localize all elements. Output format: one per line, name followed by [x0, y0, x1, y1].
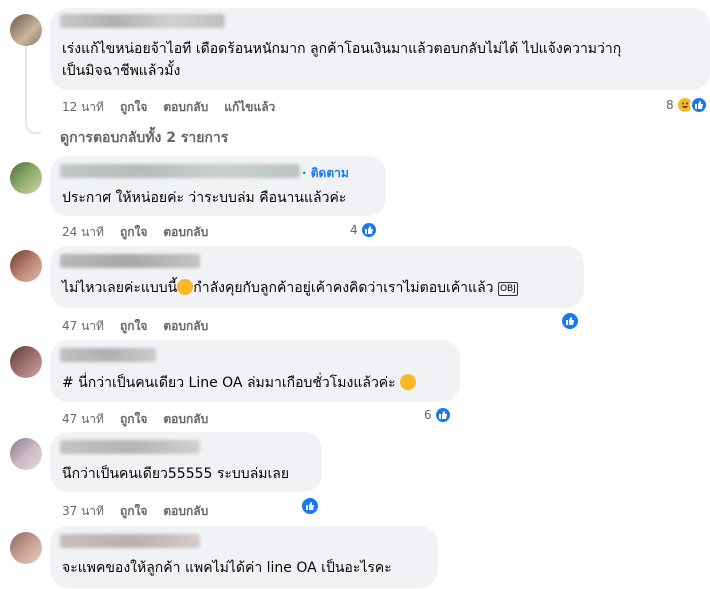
reaction-count: 8 [666, 98, 674, 112]
commenter-name[interactable] [60, 348, 156, 362]
commenter-name[interactable] [60, 164, 300, 178]
reaction-summary[interactable]: 4 [350, 221, 378, 239]
comment-actions: 47 นาที ถูกใจ ตอบกลับ [62, 317, 208, 336]
comment-text: ประกาศ ให้หน่อยค่ะ ว่าระบบล่ม คือนานแล้ว… [62, 190, 347, 206]
comment-text: เร่งแก้ไขหน่อยจ้าไอที เดือดร้อนหนักมาก ล… [62, 41, 622, 57]
like-button[interactable]: ถูกใจ [120, 317, 147, 336]
comment-text: นึกว่าเป็นคนเดียว55555 ระบบล่มเลย [62, 466, 290, 482]
comment-text-part: ไม่ไหวเลยค่ะแบบนี้ [62, 280, 178, 296]
comment-time[interactable]: 47 นาที [62, 410, 104, 429]
avatar[interactable] [10, 438, 42, 470]
comment-text: เป็นมิจฉาชีพแล้วมั้ง [62, 63, 181, 79]
comment-text-part: กำลังคุยกับลูกค้าอยู่เค้าคงคิดว่าเราไม่ต… [193, 280, 494, 296]
reply-button[interactable]: ตอบกลับ [163, 410, 208, 429]
comment-actions: 12 นาที ถูกใจ ตอบกลับ แก้ไขแล้ว [62, 98, 275, 117]
edited-label[interactable]: แก้ไขแล้ว [224, 98, 275, 117]
obj-tag: OBJ [497, 282, 518, 296]
reply-button[interactable]: ตอบกลับ [163, 223, 208, 242]
reply-button[interactable]: ตอบกลับ [163, 98, 208, 117]
reaction-summary[interactable] [300, 496, 320, 516]
like-icon [300, 496, 320, 516]
avatar[interactable] [10, 162, 42, 194]
comment-actions: 37 นาที ถูกใจ ตอบกลับ [62, 502, 208, 521]
reply-thread-curve [25, 120, 41, 134]
crying-face-emoji-icon [400, 374, 417, 390]
comment-text-part: # นี่กว่าเป็นคนเดียว Line OA ล่มมาเกือบช… [62, 375, 396, 391]
reaction-summary[interactable]: 8 [666, 96, 708, 114]
like-icon [689, 96, 708, 114]
avatar[interactable] [10, 532, 42, 564]
comment-time[interactable]: 37 นาที [62, 502, 104, 521]
reaction-summary[interactable] [560, 311, 580, 331]
like-button[interactable]: ถูกใจ [120, 223, 147, 242]
commenter-name[interactable] [60, 440, 200, 454]
comment-actions: 47 นาที ถูกใจ ตอบกลับ [62, 410, 208, 429]
reply-button[interactable]: ตอบกลับ [163, 317, 208, 336]
like-icon [433, 406, 452, 424]
reaction-summary[interactable]: 6 [424, 406, 452, 424]
like-icon [560, 311, 580, 331]
comment-time[interactable]: 12 นาที [62, 98, 104, 117]
like-button[interactable]: ถูกใจ [120, 98, 147, 117]
like-button[interactable]: ถูกใจ [120, 410, 147, 429]
comment-text: ไม่ไหวเลยค่ะแบบนี้ กำลังคุยกับลูกค้าอยู่เ… [62, 278, 518, 298]
like-icon [359, 221, 378, 239]
follow-link[interactable]: · ติดตาม [302, 164, 349, 183]
comment-time[interactable]: 47 นาที [62, 317, 104, 336]
comment-text: # นี่กว่าเป็นคนเดียว Line OA ล่มมาเกือบช… [62, 373, 417, 393]
sad-face-emoji-icon [177, 279, 194, 295]
reply-button[interactable]: ตอบกลับ [163, 502, 208, 521]
comment-actions: 24 นาที ถูกใจ ตอบกลับ [62, 223, 208, 242]
commenter-name[interactable] [60, 254, 200, 268]
avatar[interactable] [10, 250, 42, 282]
like-button[interactable]: ถูกใจ [120, 502, 147, 521]
view-replies-link[interactable]: ดูการตอบกลับทั้ง 2 รายการ [60, 127, 228, 149]
reaction-count: 6 [424, 408, 432, 422]
avatar[interactable] [10, 14, 42, 46]
comment-time[interactable]: 24 นาที [62, 223, 104, 242]
comment-text: จะแพคของให้ลูกค้า แพคไม่ได้ค่า line OA เ… [62, 560, 392, 576]
reply-thread-line [25, 42, 27, 120]
commenter-name[interactable] [60, 14, 225, 28]
avatar[interactable] [10, 346, 42, 378]
reaction-count: 4 [350, 223, 358, 237]
commenter-name[interactable] [60, 534, 200, 548]
